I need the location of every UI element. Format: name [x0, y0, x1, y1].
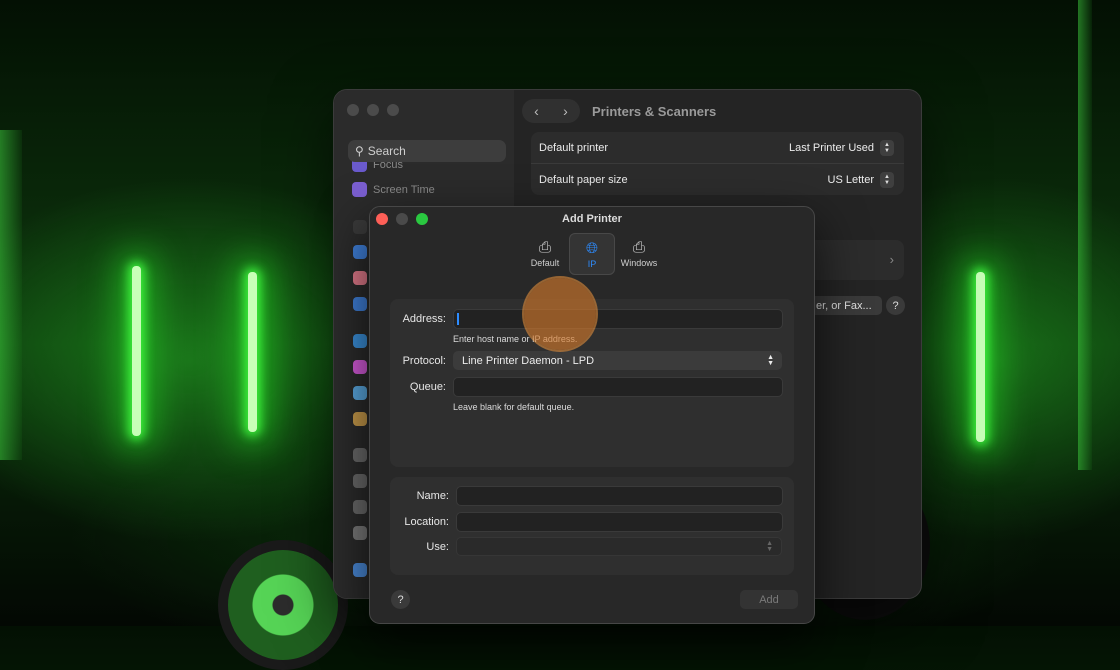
use-select[interactable]: ▲ ▼: [456, 537, 782, 556]
wheel-image: [218, 540, 348, 670]
protocol-label: Protocol:: [402, 355, 446, 367]
default-printer-label: Default printer: [539, 141, 609, 154]
default-paper-size-label: Default paper size: [539, 173, 628, 186]
text-caret: [457, 313, 459, 325]
queue-label: Queue:: [409, 381, 446, 393]
finder-icon[interactable]: [353, 563, 367, 577]
users-icon[interactable]: [353, 297, 367, 311]
add-printer-dialog: Add Printer ⎙ Default 🌐︎ IP ⎙ Windows Ad…: [369, 206, 815, 624]
add-button[interactable]: Add: [740, 590, 798, 609]
chevron-up-down-icon: ▲ ▼: [767, 353, 774, 367]
wallet-card-icon[interactable]: [353, 412, 367, 426]
hourglass-icon: [352, 182, 367, 197]
search-field[interactable]: ⚲ Search: [348, 140, 506, 162]
location-label: Location:: [404, 516, 449, 528]
cloud-icon[interactable]: [353, 386, 367, 400]
keyboard-icon[interactable]: [353, 448, 367, 462]
address-label: Address:: [402, 313, 446, 325]
back-forward-buttons: ‹ ›: [522, 99, 580, 123]
zoom-button[interactable]: [387, 104, 399, 116]
name-label: Name:: [416, 490, 449, 502]
page-title: Printers & Scanners: [592, 103, 717, 119]
chevron-left-icon[interactable]: ‹: [534, 103, 539, 119]
game-center-icon[interactable]: [353, 360, 367, 374]
location-field[interactable]: [456, 512, 783, 532]
game-controller-icon[interactable]: [353, 500, 367, 514]
printer-defaults-group: Default printer Last Printer Used ▲ ▼ Def…: [531, 132, 904, 195]
close-button[interactable]: [347, 104, 359, 116]
light-beam: [976, 272, 985, 442]
printer-type-tabs: ⎙ Default 🌐︎ IP ⎙ Windows: [523, 233, 663, 275]
connection-panel: Address: Enter host name or IP address. …: [390, 299, 794, 467]
add-printer-button-label: er, or Fax...: [816, 299, 872, 312]
hand-icon[interactable]: [353, 245, 367, 259]
sidebar-item-label: Screen Time: [373, 183, 435, 196]
name-field[interactable]: [456, 486, 783, 506]
left-wall-glow: [0, 130, 22, 460]
printer-icon[interactable]: [353, 526, 367, 540]
search-icon: ⚲: [355, 144, 364, 158]
queue-hint: Leave blank for default queue.: [453, 402, 575, 412]
chevron-up-down-icon: ▲ ▼: [880, 171, 894, 188]
help-label: ?: [892, 299, 899, 312]
light-beam: [248, 272, 257, 432]
tab-label: IP: [587, 258, 597, 269]
windows-printer-icon: ⎙: [632, 238, 645, 256]
protocol-select[interactable]: Line Printer Daemon - LPD ▲ ▼: [453, 351, 782, 370]
chevron-up-down-icon: ▲ ▼: [880, 139, 894, 156]
right-wall-glow: [1078, 0, 1092, 470]
minimize-button[interactable]: [367, 104, 379, 116]
settings-window-controls: [347, 104, 399, 116]
help-button[interactable]: ?: [886, 296, 905, 315]
help-label: ?: [397, 593, 404, 606]
tab-default[interactable]: ⎙ Default: [523, 233, 567, 273]
search-placeholder: Search: [367, 144, 406, 158]
at-icon[interactable]: [353, 334, 367, 348]
use-label: Use:: [426, 541, 449, 553]
wallet-icon[interactable]: [353, 271, 367, 285]
printer-info-panel: Name: Location: Use: ▲ ▼: [390, 477, 794, 575]
tab-ip[interactable]: 🌐︎ IP: [569, 233, 615, 275]
globe-icon: 🌐︎: [585, 239, 598, 257]
lock-icon[interactable]: [353, 220, 367, 234]
address-hint: Enter host name or IP address.: [453, 334, 578, 344]
chevron-right-icon[interactable]: ›: [563, 103, 568, 119]
mouse-icon[interactable]: [353, 474, 367, 488]
add-printer-scanner-fax-button[interactable]: er, or Fax...: [806, 296, 882, 315]
default-paper-size-row: Default paper size US Letter ▲ ▼: [531, 163, 904, 195]
address-field[interactable]: [453, 309, 783, 329]
paper-size-value: US Letter: [827, 173, 874, 186]
printer-icon: ⎙: [538, 238, 551, 256]
protocol-value: Line Printer Daemon - LPD: [462, 354, 595, 367]
light-beam: [132, 266, 141, 436]
tab-windows[interactable]: ⎙ Windows: [617, 233, 661, 273]
default-printer-select[interactable]: Last Printer Used ▲ ▼: [789, 139, 894, 156]
dialog-title: Add Printer: [562, 213, 622, 225]
queue-field[interactable]: [453, 377, 783, 397]
settings-toolbar: ‹ › Printers & Scanners: [522, 99, 716, 123]
chevron-up-down-icon: ▲ ▼: [766, 539, 773, 553]
chevron-right-icon: ›: [889, 252, 894, 267]
default-printer-value: Last Printer Used: [789, 141, 874, 154]
help-button[interactable]: ?: [391, 590, 410, 609]
default-printer-row: Default printer Last Printer Used ▲ ▼: [531, 132, 904, 163]
sidebar-item-screen-time[interactable]: Screen Time: [352, 182, 435, 197]
tab-label: Windows: [620, 257, 658, 268]
paper-size-select[interactable]: US Letter ▲ ▼: [827, 171, 894, 188]
add-button-label: Add: [759, 593, 779, 606]
tab-label: Default: [530, 257, 560, 268]
